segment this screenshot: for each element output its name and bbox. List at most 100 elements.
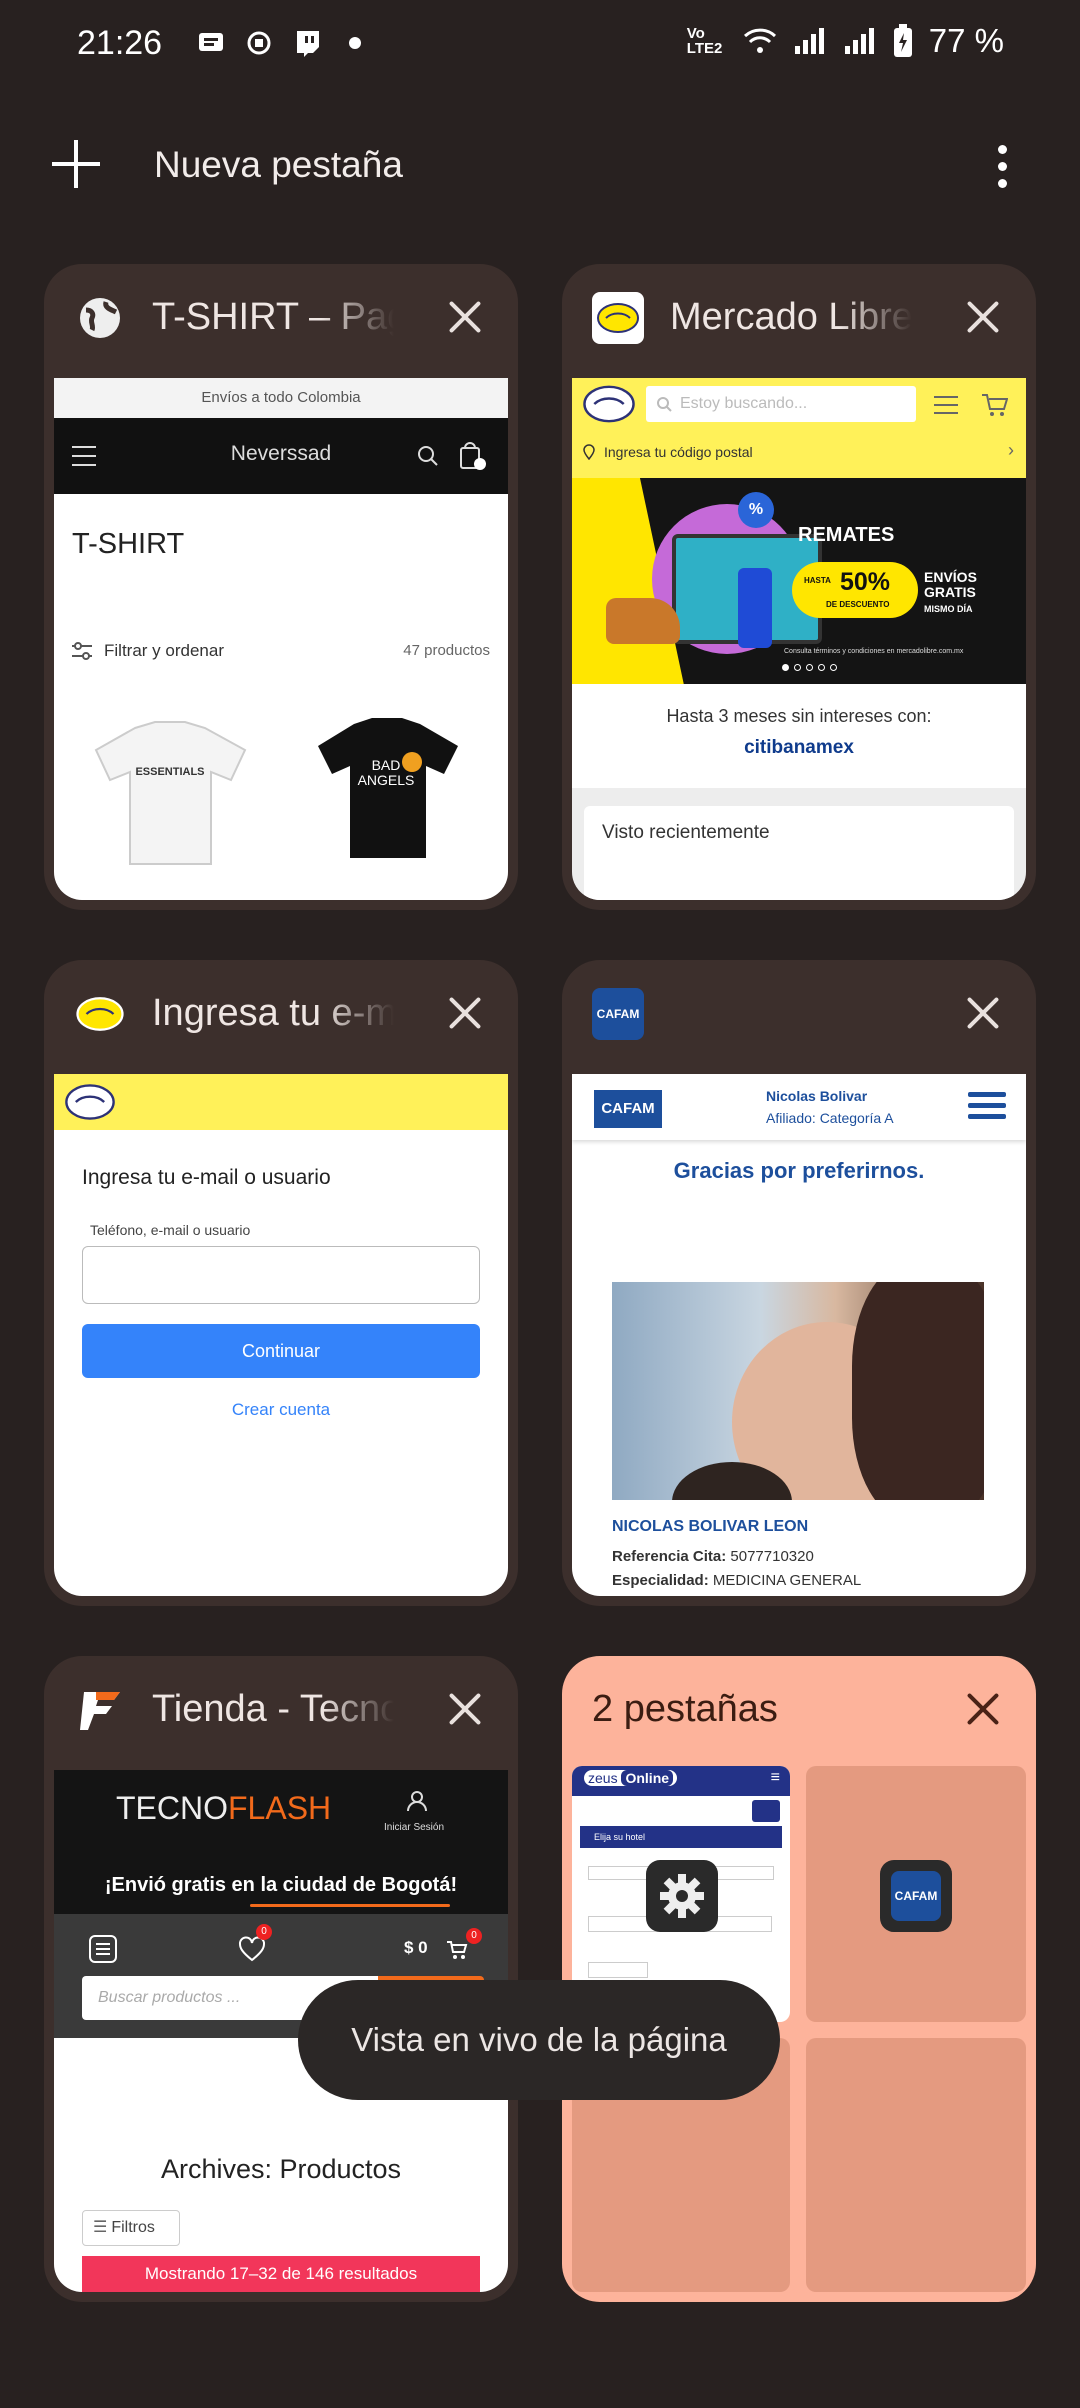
search-icon: [418, 446, 438, 466]
menu-icon: ≡: [770, 1769, 780, 1786]
close-tab-icon[interactable]: [966, 996, 1000, 1030]
twitch-icon: [297, 31, 319, 57]
mercadolibre-logo-icon: [65, 1084, 115, 1120]
bank-logo: citibanamex: [744, 737, 854, 758]
mercadolibre-logo-icon: [592, 292, 644, 344]
message-icon: [199, 33, 223, 51]
thanks-heading: Gracias por preferirnos.: [673, 1158, 925, 1183]
page-heading: T-SHIRT: [72, 528, 185, 560]
user-icon: [407, 1791, 427, 1812]
close-tab-icon[interactable]: [448, 300, 482, 334]
affiliate-category: Afiliado: Categoría A: [766, 1110, 894, 1126]
patient-name: NICOLAS BOLIVAR LEON: [612, 1518, 809, 1535]
tab-preview: Ingresa tu e-mail o usuario Teléfono, e-…: [54, 1074, 508, 1596]
cart-icon: [982, 394, 1008, 416]
menu-icon: [89, 1935, 117, 1963]
filters-button: ☰ Filtros: [82, 2210, 180, 2246]
tab-card-mercadolibre[interactable]: Mercado Libre Estoy buscando... Ingresa …: [562, 264, 1036, 910]
mercadolibre-logo-icon: [74, 988, 126, 1040]
zeus-logo: zeus Online: [584, 1770, 678, 1786]
wifi-icon: [743, 28, 776, 53]
tab-card-login[interactable]: Ingresa tu e-mail Ingresa tu e-mail o us…: [44, 960, 518, 1606]
create-account-link: Crear cuenta: [231, 1400, 331, 1419]
filter-sort: Filtrar y ordenar: [104, 641, 224, 660]
installments-text: Hasta 3 meses sin intereses con:: [666, 706, 932, 726]
hero-photo: [612, 1282, 984, 1500]
cart-icon: [752, 1800, 780, 1822]
tab-title: Mercado Libre: [670, 296, 912, 338]
tab-preview: Envíos a todo Colombia Neverssad T-SHIRT…: [54, 378, 508, 900]
tab-group-card[interactable]: 2 pestañas zeus Online ≡ Elija su hotel …: [562, 1656, 1036, 2302]
bag-icon: [460, 442, 486, 470]
continue-button: Continuar: [82, 1324, 480, 1378]
cart-badge: 0: [466, 1928, 482, 1944]
close-tab-icon[interactable]: [448, 996, 482, 1030]
signal-icon: [794, 28, 824, 54]
tecnoflash-logo-icon: [74, 1684, 126, 1736]
discount-badge-icon: %: [738, 492, 774, 528]
chevron-right-icon: ›: [1008, 440, 1014, 460]
tab-title: Tienda - Tecnoflash: [152, 1688, 394, 1730]
new-tab-plus-icon[interactable]: [52, 140, 100, 188]
login-heading: Ingresa tu e-mail o usuario: [82, 1166, 331, 1189]
wishlist-badge: 0: [256, 1924, 272, 1940]
tecnoflash-logo: TECNOFLASH: [116, 1790, 332, 1826]
spec-value: MEDICINA GENERAL: [712, 1572, 862, 1589]
filter-icon: [72, 642, 92, 660]
email-field: [82, 1246, 480, 1304]
tab-card-tecnoflash[interactable]: Tienda - Tecnoflash TECNOFLASH Iniciar S…: [44, 1656, 518, 2302]
close-tab-icon[interactable]: [448, 1692, 482, 1726]
tab-switcher-toolbar: Nueva pestaña: [0, 130, 1080, 200]
cafam-logo: CAFAM: [594, 1090, 662, 1128]
live-preview-toast: Vista en vivo de la página: [298, 1980, 780, 2100]
cart-total: $ 0: [404, 1938, 428, 1957]
shipping-banner: Envíos a todo Colombia: [54, 378, 508, 418]
group-tab-thumb-4: [806, 2038, 1026, 2292]
carousel-dots: [782, 664, 837, 671]
more-options-icon[interactable]: [990, 142, 1014, 190]
promo-banner: % REMATES HASTA 50% DE DESCUENTO ENVÍOS …: [572, 478, 1026, 684]
clock: 21:26: [77, 24, 163, 62]
login-link: Iniciar Sesión: [384, 1822, 445, 1833]
tab-card-cafam[interactable]: CAFAM CAFAM Nicolas Bolivar Afiliado: Ca…: [562, 960, 1036, 1606]
recently-viewed-card: Visto recientemente: [584, 806, 1014, 900]
tab-group-title: 2 pestañas: [592, 1688, 778, 1730]
results-bar: Mostrando 17–32 de 146 resultados: [82, 2256, 480, 2292]
globe-icon: [74, 292, 126, 344]
menu-icon: [968, 1092, 1006, 1119]
sync-icon: [247, 31, 271, 55]
new-tab-button[interactable]: Nueva pestaña: [154, 144, 403, 186]
close-tab-icon[interactable]: [966, 300, 1000, 334]
search-input: Estoy buscando...: [646, 386, 916, 422]
tab-preview: Estoy buscando... Ingresa tu código post…: [572, 378, 1026, 900]
user-name: Nicolas Bolivar: [766, 1088, 868, 1104]
cafam-logo-icon: CAFAM: [592, 988, 644, 1040]
spec-label: Especialidad:: [612, 1572, 709, 1589]
email-label: Teléfono, e-mail o usuario: [90, 1222, 251, 1238]
signal-icon-2: [844, 28, 874, 54]
mercadolibre-logo-icon: [583, 385, 635, 423]
location-icon: [583, 444, 595, 460]
filter-icon: ☰: [93, 2219, 108, 2236]
tab-preview: CAFAM Nicolas Bolivar Afiliado: Categorí…: [572, 1074, 1026, 1596]
status-bar: 21:26 Vo LTE2 77 %: [0, 0, 1080, 90]
free-shipping-banner: ¡Envió gratis en la ciudad de Bogotá!: [104, 1874, 458, 1896]
tab-card-tshirt[interactable]: T-SHIRT – Page Envíos a todo Colombia Ne…: [44, 264, 518, 910]
tab-title: T-SHIRT – Page: [152, 296, 394, 338]
menu-icon: [934, 396, 958, 414]
cafam-app-icon: CAFAM: [880, 1860, 952, 1932]
dot-icon: [349, 37, 361, 49]
product-count: 47 productos: [403, 642, 490, 659]
product-image-white-shirt: ESSENTIALS: [90, 720, 250, 870]
battery-level: 77 %: [928, 22, 1004, 59]
ref-value: 5077710320: [730, 1548, 814, 1565]
search-icon: [657, 397, 672, 412]
tab-title: Ingresa tu e-mail: [152, 992, 394, 1034]
product-image-black-shirt: BAD ANGELS: [312, 716, 462, 866]
battery-icon: [893, 24, 912, 57]
cart-icon: [447, 1941, 468, 1959]
volte-indicator: Vo LTE2: [686, 25, 723, 57]
postal-code-prompt: Ingresa tu código postal: [604, 444, 753, 460]
archives-heading: Archives: Productos: [160, 2154, 402, 2184]
close-group-icon[interactable]: [966, 1692, 1000, 1726]
